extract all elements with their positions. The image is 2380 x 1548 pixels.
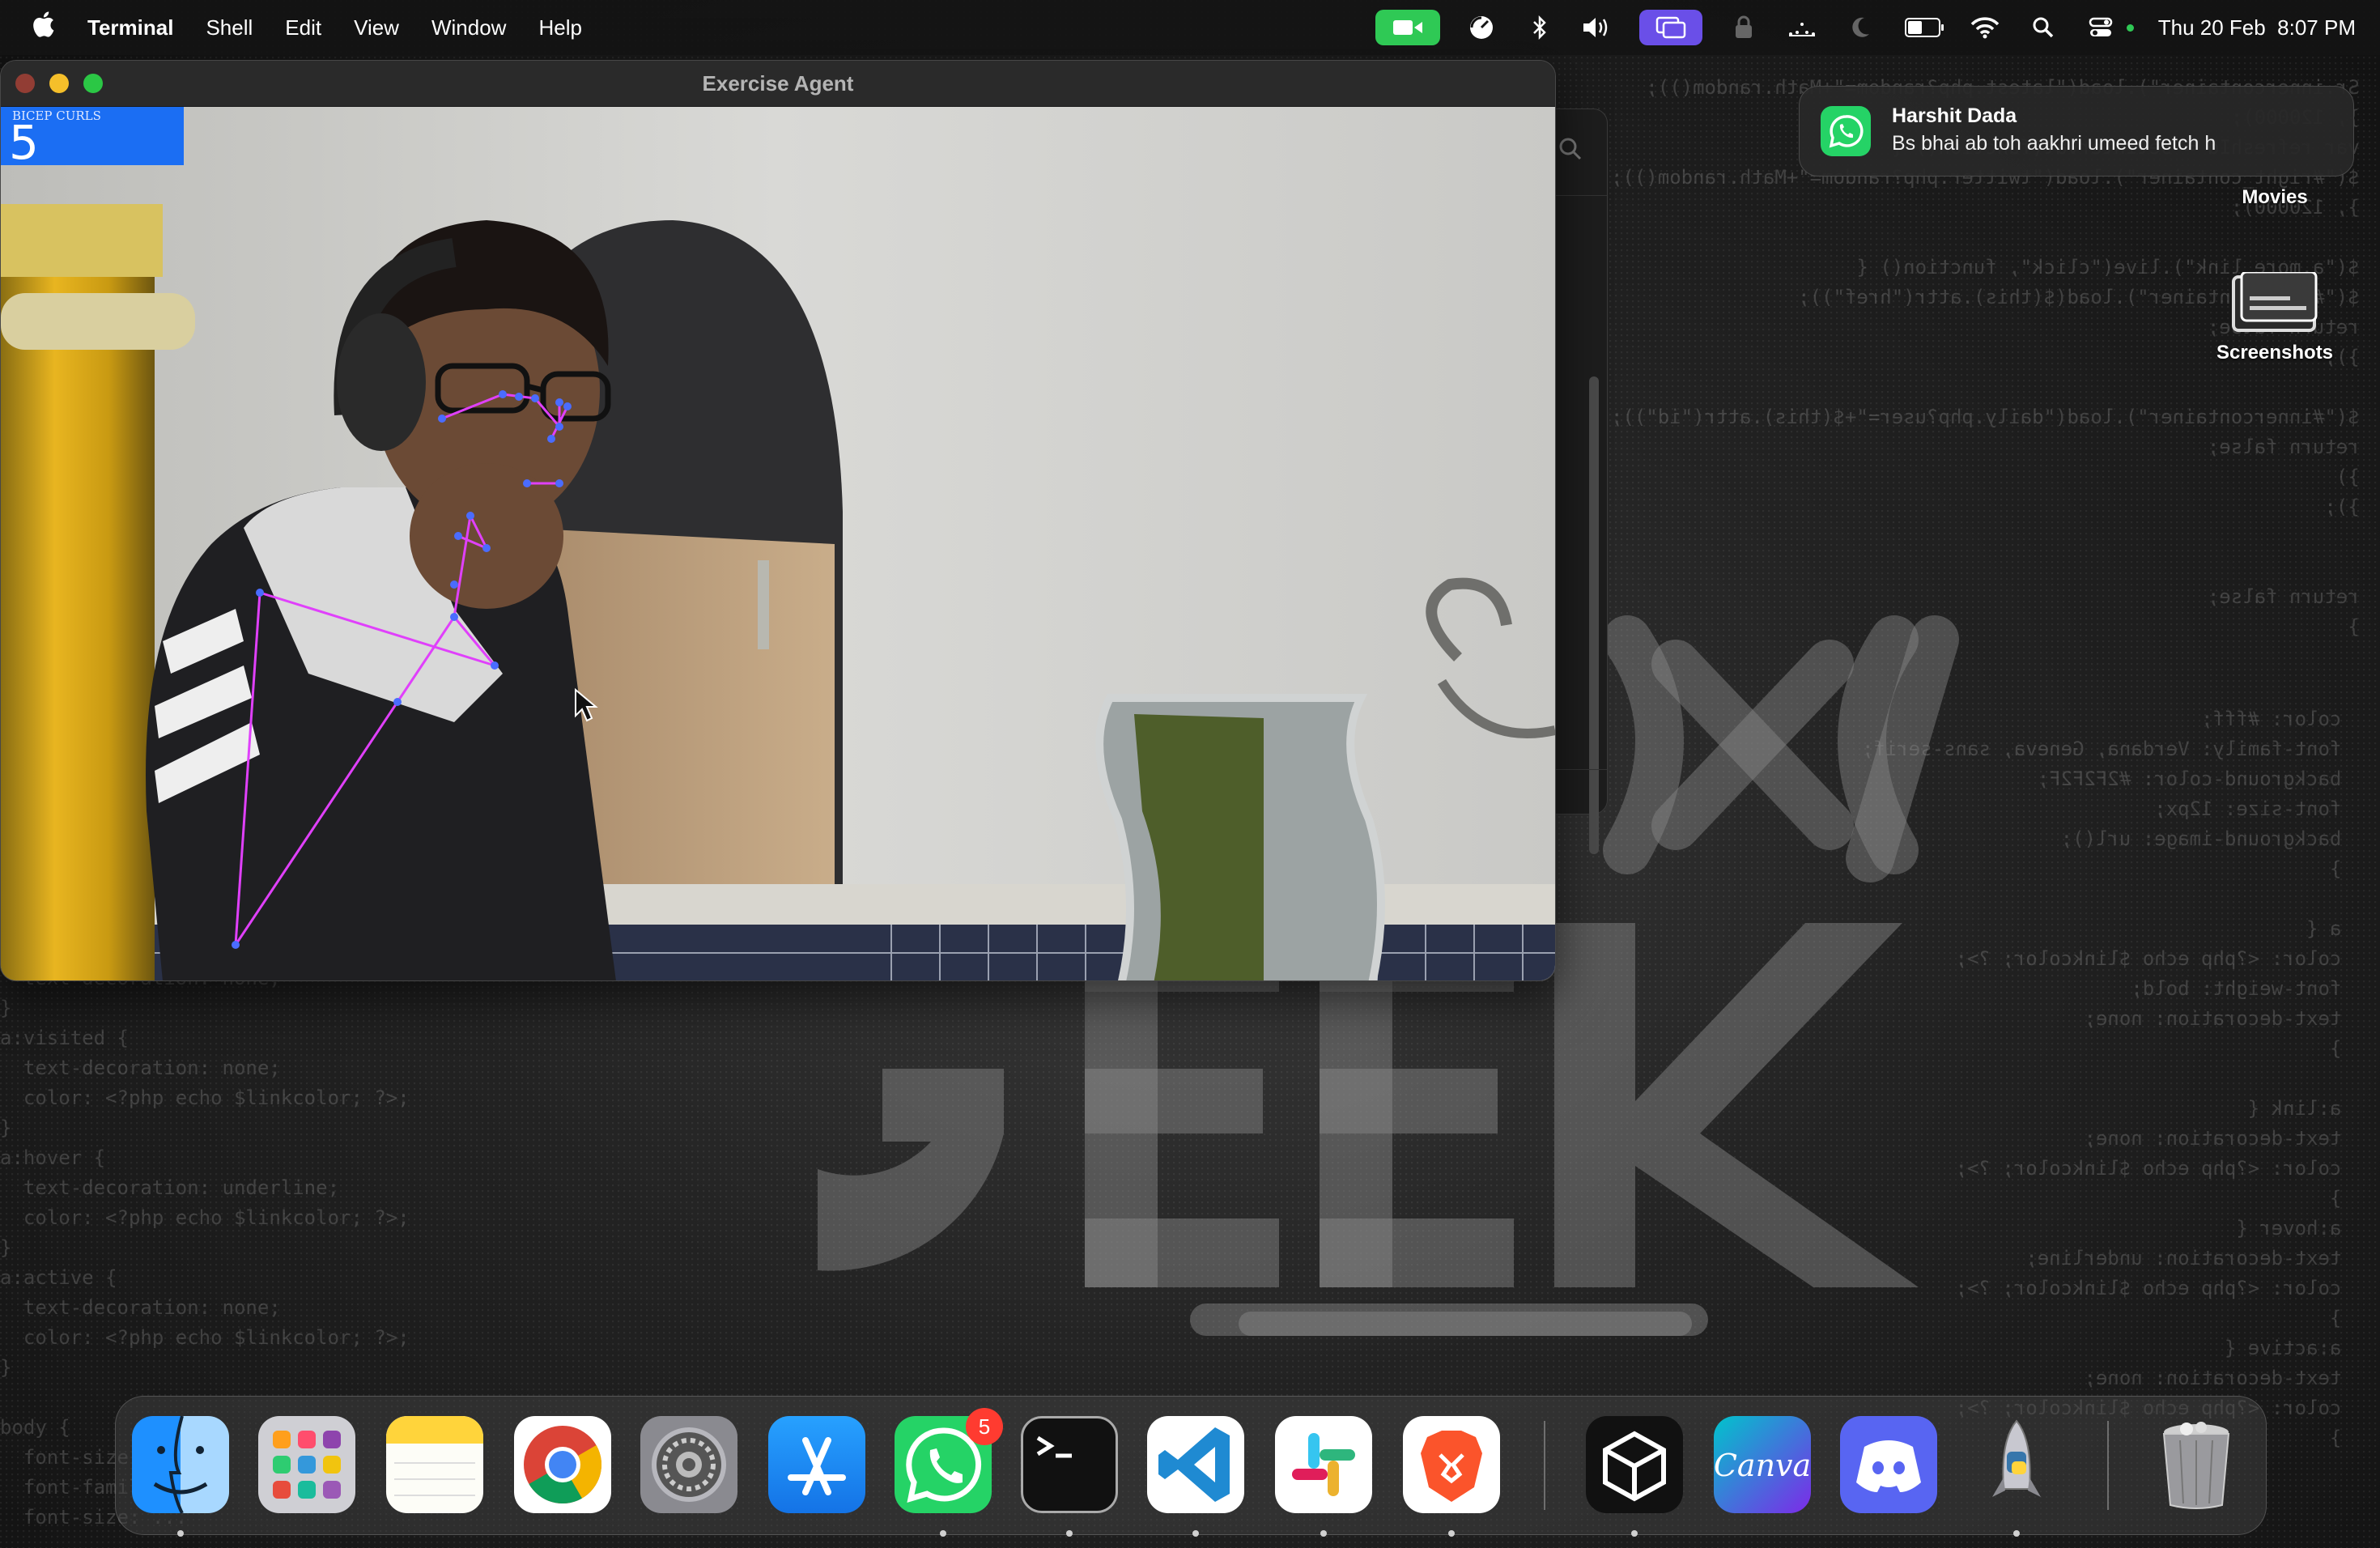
focus-moon-icon[interactable]	[1843, 12, 1877, 43]
menu-bar-clock[interactable]: Thu 20 Feb 8:07 PM	[2158, 15, 2356, 40]
wifi-icon[interactable]	[1968, 12, 2002, 43]
terminal-icon	[1021, 1416, 1118, 1513]
vscode-icon	[1147, 1416, 1244, 1513]
finder-icon	[132, 1416, 229, 1513]
dock-python-launcher[interactable]	[1968, 1416, 2065, 1513]
minimize-window-button[interactable]	[49, 74, 69, 93]
menu-window[interactable]: Window	[431, 15, 506, 40]
traffic-lights	[15, 74, 103, 93]
dock-finder[interactable]	[132, 1416, 229, 1513]
dock-running-indicator	[1192, 1530, 1199, 1537]
whatsapp-notification[interactable]: Harshit Dada Bs bhai ab toh aakhri umeed…	[1799, 86, 2354, 176]
dock-running-indicator	[177, 1530, 184, 1537]
menu-help[interactable]: Help	[538, 15, 581, 40]
dock-discord[interactable]	[1840, 1416, 1937, 1513]
dock-slack[interactable]	[1275, 1416, 1372, 1513]
launchpad-icon	[258, 1416, 355, 1513]
menu-bar: Terminal Shell Edit View Window Help Thu…	[0, 0, 2380, 55]
window-title: Exercise Agent	[702, 70, 854, 96]
chrome-icon	[514, 1416, 611, 1513]
dock-app-store[interactable]	[768, 1416, 865, 1513]
svg-text:Canva: Canva	[1714, 1448, 1811, 1483]
app-store-icon	[768, 1416, 865, 1513]
dock-system-settings[interactable]	[640, 1416, 737, 1513]
dock-running-indicator	[1320, 1530, 1327, 1537]
dock-vscode[interactable]	[1147, 1416, 1244, 1513]
notification-message: Bs bhai ab toh aakhri umeed fetch h	[1892, 132, 2216, 155]
rep-counter: BICEP CURLS 5	[1, 107, 184, 170]
desktop-folder-movies[interactable]: Movies	[2218, 186, 2331, 209]
python-rocket-icon	[1968, 1416, 2065, 1513]
notes-icon	[386, 1416, 483, 1513]
dock-whatsapp[interactable]: 5	[895, 1408, 1003, 1513]
folder-icon	[2230, 270, 2319, 334]
dock-running-indicator	[1066, 1530, 1073, 1537]
trash-icon	[2148, 1416, 2245, 1513]
zoom-window-button[interactable]	[83, 74, 103, 93]
dock-chrome[interactable]	[514, 1416, 611, 1513]
dock-running-indicator	[940, 1530, 946, 1537]
window-titlebar[interactable]: Exercise Agent	[1, 61, 1555, 107]
menu-edit[interactable]: Edit	[285, 15, 321, 40]
volume-icon[interactable]	[1581, 12, 1615, 43]
dock-unity[interactable]	[1586, 1416, 1683, 1513]
mic-indicator-dot	[2126, 23, 2134, 32]
desktop-item-label: Screenshots	[2216, 342, 2334, 364]
slack-icon	[1275, 1416, 1372, 1513]
discord-icon	[1840, 1416, 1937, 1513]
yellow-pillar	[1, 269, 155, 980]
dock-running-indicator	[1448, 1530, 1455, 1537]
notification-sender: Harshit Dada	[1892, 104, 2017, 127]
dock-separator	[2107, 1421, 2109, 1510]
whatsapp-unread-badge: 5	[966, 1408, 1003, 1445]
spotlight-search-icon[interactable]	[2026, 12, 2060, 43]
menu-view[interactable]: View	[354, 15, 399, 40]
pillar-capital	[1, 293, 195, 350]
dock-trash[interactable]	[2148, 1416, 2245, 1513]
brave-lion-icon	[1403, 1416, 1500, 1513]
camera-feed: BICEP CURLS 5	[1, 107, 1555, 980]
control-center-icon[interactable]	[2085, 12, 2119, 43]
dock: 5 Canva	[115, 1396, 2267, 1537]
dock-running-indicator	[1631, 1530, 1638, 1537]
camera-in-use-icon[interactable]	[1375, 10, 1440, 45]
canva-icon: Canva	[1714, 1416, 1811, 1513]
screen-mirroring-icon[interactable]	[1638, 10, 1702, 45]
whatsapp-icon	[1821, 106, 1871, 156]
desktop-item-label: Movies	[2242, 186, 2308, 208]
dock-running-indicator	[2013, 1530, 2020, 1537]
close-window-button[interactable]	[15, 74, 35, 93]
battery-fill	[1907, 21, 1922, 34]
door-latch	[758, 560, 769, 649]
camera-scene	[1, 107, 1555, 980]
speed-gauge-icon[interactable]	[1464, 12, 1498, 43]
menu-shell[interactable]: Shell	[206, 15, 253, 40]
display-brightness-icon[interactable]	[1785, 12, 1819, 43]
privacy-lock-icon[interactable]	[1727, 12, 1761, 43]
unity-cube-icon	[1586, 1416, 1683, 1513]
bluetooth-icon[interactable]	[1523, 12, 1557, 43]
dock-terminal[interactable]	[1021, 1416, 1118, 1513]
dock-launchpad[interactable]	[258, 1416, 355, 1513]
dock-notes[interactable]	[386, 1416, 483, 1513]
apple-menu-icon[interactable]	[31, 11, 55, 45]
gear-icon	[640, 1416, 737, 1513]
dock-canva[interactable]: Canva	[1714, 1416, 1811, 1513]
rep-count: 5	[9, 115, 39, 170]
menu-app-name[interactable]: Terminal	[87, 15, 173, 40]
search-icon[interactable]	[1558, 137, 1583, 161]
battery-icon[interactable]	[1902, 12, 1944, 43]
person-fist	[410, 463, 563, 609]
dock-brave[interactable]	[1403, 1416, 1500, 1513]
desktop-folder-screenshots[interactable]: Screenshots	[2202, 270, 2348, 364]
dock-separator	[1544, 1421, 1545, 1510]
exercise-agent-window[interactable]: Exercise Agent BICEP CURLS 5	[0, 60, 1556, 981]
